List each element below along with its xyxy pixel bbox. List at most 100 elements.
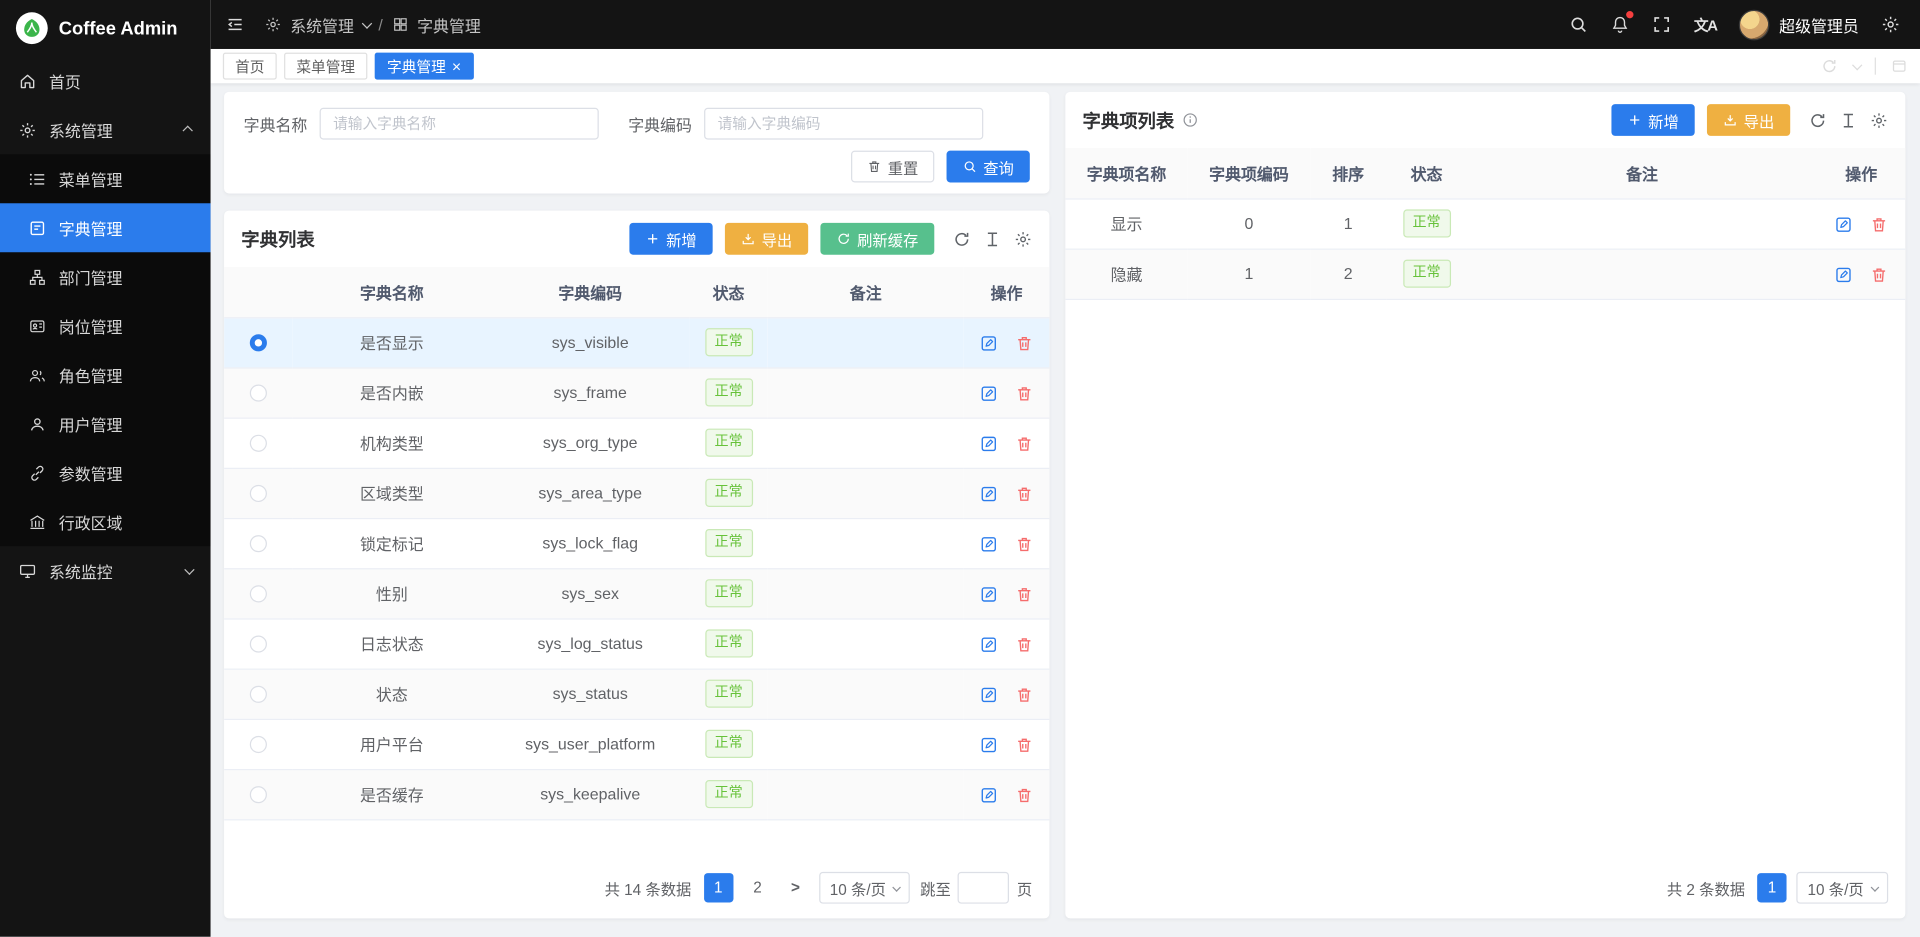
edit-icon[interactable] bbox=[980, 535, 998, 553]
edit-icon[interactable] bbox=[980, 635, 998, 653]
query-button[interactable]: 查询 bbox=[947, 151, 1030, 183]
row-radio[interactable] bbox=[250, 786, 267, 803]
info-icon[interactable] bbox=[1182, 111, 1199, 128]
content-fullscreen-icon[interactable] bbox=[1891, 58, 1908, 75]
table-row[interactable]: 隐藏 1 2 正常 bbox=[1065, 249, 1905, 299]
app-logo[interactable]: Coffee Admin bbox=[0, 0, 211, 56]
refresh-tab-icon[interactable] bbox=[1821, 58, 1838, 75]
edit-icon[interactable] bbox=[980, 786, 998, 804]
jump-page-input[interactable] bbox=[958, 872, 1009, 904]
delete-icon[interactable] bbox=[1015, 535, 1033, 553]
next-page-button[interactable]: > bbox=[782, 873, 809, 902]
fullscreen-icon[interactable] bbox=[1652, 15, 1672, 35]
column-settings-icon[interactable] bbox=[1839, 111, 1857, 129]
row-radio[interactable] bbox=[250, 586, 267, 603]
page-size-select[interactable]: 10 条/页 bbox=[819, 872, 911, 904]
column-settings-icon[interactable] bbox=[983, 230, 1001, 248]
delete-icon[interactable] bbox=[1015, 585, 1033, 603]
dict-code-input[interactable] bbox=[704, 108, 983, 140]
edit-icon[interactable] bbox=[980, 735, 998, 753]
row-radio[interactable] bbox=[250, 335, 267, 352]
row-radio[interactable] bbox=[250, 485, 267, 502]
table-settings-gear-icon[interactable] bbox=[1014, 230, 1032, 248]
row-radio[interactable] bbox=[250, 385, 267, 402]
export-dict-item-button[interactable]: 导出 bbox=[1707, 104, 1790, 136]
edit-icon[interactable] bbox=[980, 585, 998, 603]
status-badge: 正常 bbox=[705, 781, 753, 808]
close-icon[interactable]: × bbox=[452, 58, 461, 74]
sidebar: Coffee Admin 首页 系统管理 菜单管理 字典管理 部门管理 bbox=[0, 0, 211, 937]
export-dict-button[interactable]: 导出 bbox=[725, 223, 808, 255]
row-radio[interactable] bbox=[250, 435, 267, 452]
sidebar-item-region-mgmt[interactable]: 行政区域 bbox=[0, 497, 211, 546]
row-radio[interactable] bbox=[250, 636, 267, 653]
table-row[interactable]: 机构类型 sys_org_type 正常 bbox=[224, 418, 1049, 468]
sidebar-item-sys-monitor[interactable]: 系统监控 bbox=[0, 546, 211, 595]
delete-icon[interactable] bbox=[1015, 384, 1033, 402]
sidebar-item-home[interactable]: 首页 bbox=[0, 56, 211, 105]
table-row[interactable]: 锁定标记 sys_lock_flag 正常 bbox=[224, 518, 1049, 568]
page-size-select[interactable]: 10 条/页 bbox=[1797, 872, 1889, 904]
row-radio[interactable] bbox=[250, 736, 267, 753]
sidebar-item-menu-mgmt[interactable]: 菜单管理 bbox=[0, 154, 211, 203]
delete-icon[interactable] bbox=[1870, 265, 1888, 283]
sidebar-item-post-mgmt[interactable]: 岗位管理 bbox=[0, 301, 211, 350]
table-settings-gear-icon[interactable] bbox=[1870, 111, 1888, 129]
dict-name-label: 字典名称 bbox=[244, 112, 308, 135]
page-1-button[interactable]: 1 bbox=[1757, 873, 1786, 902]
table-row[interactable]: 是否内嵌 sys_frame 正常 bbox=[224, 367, 1049, 417]
delete-icon[interactable] bbox=[1015, 484, 1033, 502]
sidebar-collapse-button[interactable] bbox=[225, 15, 245, 35]
row-radio[interactable] bbox=[250, 535, 267, 552]
user-menu[interactable]: 超级管理员 bbox=[1739, 9, 1859, 40]
table-row[interactable]: 是否缓存 sys_keepalive 正常 bbox=[224, 769, 1049, 819]
dict-name-input[interactable] bbox=[320, 108, 599, 140]
language-switch-icon[interactable]: 文A bbox=[1694, 14, 1717, 35]
tab-menu-mgmt[interactable]: 菜单管理 bbox=[284, 53, 367, 80]
refresh-table-icon[interactable] bbox=[1809, 111, 1827, 129]
edit-icon[interactable] bbox=[980, 434, 998, 452]
row-radio[interactable] bbox=[250, 686, 267, 703]
delete-icon[interactable] bbox=[1015, 635, 1033, 653]
edit-icon[interactable] bbox=[980, 334, 998, 352]
add-dict-item-button[interactable]: 新增 bbox=[1611, 104, 1694, 136]
refresh-table-icon[interactable] bbox=[953, 230, 971, 248]
breadcrumb-separator: / bbox=[378, 15, 382, 33]
table-row[interactable]: 用户平台 sys_user_platform 正常 bbox=[224, 719, 1049, 769]
sidebar-item-dict-mgmt[interactable]: 字典管理 bbox=[0, 203, 211, 252]
delete-icon[interactable] bbox=[1015, 685, 1033, 703]
table-row[interactable]: 性别 sys_sex 正常 bbox=[224, 568, 1049, 618]
sidebar-item-dept-mgmt[interactable]: 部门管理 bbox=[0, 252, 211, 301]
delete-icon[interactable] bbox=[1015, 735, 1033, 753]
table-row[interactable]: 是否显示 sys_visible 正常 bbox=[224, 317, 1049, 367]
delete-icon[interactable] bbox=[1870, 215, 1888, 233]
sidebar-item-user-mgmt[interactable]: 用户管理 bbox=[0, 399, 211, 448]
tab-home[interactable]: 首页 bbox=[223, 53, 277, 80]
sidebar-item-role-mgmt[interactable]: 角色管理 bbox=[0, 350, 211, 399]
tab-options-chevron-icon[interactable] bbox=[1853, 62, 1860, 69]
delete-icon[interactable] bbox=[1015, 434, 1033, 452]
edit-icon[interactable] bbox=[980, 384, 998, 402]
edit-icon[interactable] bbox=[980, 685, 998, 703]
edit-icon[interactable] bbox=[980, 484, 998, 502]
page-2-button[interactable]: 2 bbox=[743, 873, 772, 902]
refresh-cache-button[interactable]: 刷新缓存 bbox=[820, 223, 934, 255]
delete-icon[interactable] bbox=[1015, 786, 1033, 804]
page-1-button[interactable]: 1 bbox=[704, 873, 733, 902]
search-icon[interactable] bbox=[1569, 15, 1589, 35]
sidebar-item-system-mgmt[interactable]: 系统管理 bbox=[0, 105, 211, 154]
table-row[interactable]: 状态 sys_status 正常 bbox=[224, 669, 1049, 719]
table-row[interactable]: 区域类型 sys_area_type 正常 bbox=[224, 468, 1049, 518]
sidebar-item-param-mgmt[interactable]: 参数管理 bbox=[0, 448, 211, 497]
delete-icon[interactable] bbox=[1015, 334, 1033, 352]
breadcrumb-level1[interactable]: 系统管理 bbox=[290, 13, 354, 36]
table-row[interactable]: 显示 0 1 正常 bbox=[1065, 198, 1905, 248]
edit-icon[interactable] bbox=[1835, 215, 1853, 233]
edit-icon[interactable] bbox=[1835, 265, 1853, 283]
tab-dict-mgmt[interactable]: 字典管理 × bbox=[375, 53, 474, 80]
add-dict-button[interactable]: 新增 bbox=[629, 223, 712, 255]
settings-gear-icon[interactable] bbox=[1881, 15, 1901, 35]
reset-button[interactable]: 重置 bbox=[851, 151, 934, 183]
table-row[interactable]: 日志状态 sys_log_status 正常 bbox=[224, 618, 1049, 668]
notifications-bell-icon[interactable] bbox=[1611, 15, 1631, 35]
